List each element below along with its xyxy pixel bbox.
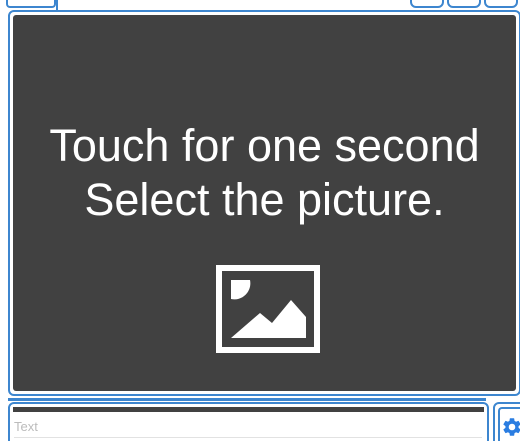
text-input-underline — [14, 437, 482, 438]
picker-instructions: Touch for one second Select the picture. — [13, 119, 516, 227]
top-left-button[interactable] — [6, 0, 56, 8]
gear-icon — [503, 418, 520, 436]
settings-button[interactable] — [493, 402, 520, 441]
top-toolbar — [0, 0, 520, 10]
picture-picker[interactable]: Touch for one second Select the picture. — [13, 15, 516, 391]
bottom-divider — [8, 398, 486, 401]
picture-picker-frame: Touch for one second Select the picture. — [8, 10, 520, 396]
toolbar-button-1[interactable] — [410, 0, 444, 8]
text-field-frame — [8, 402, 489, 441]
text-field-header-bar — [13, 407, 484, 412]
picture-icon — [216, 265, 320, 353]
picker-instruction-line-2: Select the picture. — [84, 174, 445, 225]
text-input[interactable] — [14, 415, 479, 437]
toolbar-divider — [56, 0, 58, 10]
toolbar-button-3[interactable] — [484, 0, 518, 8]
picker-instruction-line-1: Touch for one second — [49, 120, 480, 171]
toolbar-button-2[interactable] — [447, 0, 481, 8]
app-screen: Touch for one second Select the picture. — [0, 0, 520, 441]
